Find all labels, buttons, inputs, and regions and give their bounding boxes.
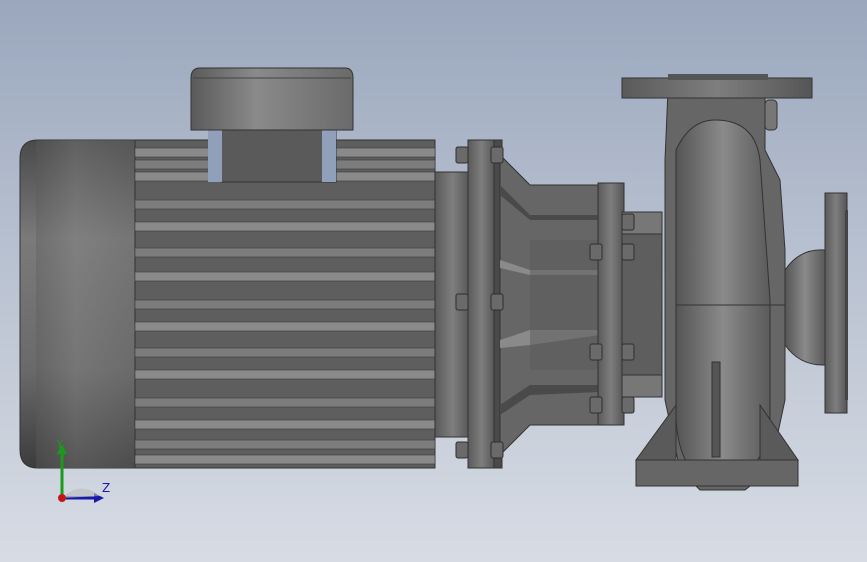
motor-fin: [134, 439, 436, 450]
bolt-head: [490, 441, 504, 459]
bolt-head: [621, 343, 635, 361]
suction-flange: [784, 192, 848, 414]
x-axis-dot: [58, 494, 66, 502]
y-axis-label: Y: [55, 440, 64, 451]
motor-fin: [134, 369, 436, 380]
bolt-head: [621, 213, 635, 231]
bolt-head: [455, 293, 469, 311]
terminal-box: [190, 67, 354, 183]
lantern-housing: [499, 153, 663, 457]
coordinate-triad: Y Z: [55, 440, 110, 503]
z-axis-label: Z: [102, 481, 110, 495]
motor-fin: [134, 321, 436, 332]
motor-end-cap: [19, 139, 136, 469]
motor-fin: [134, 397, 436, 408]
bolt-head: [455, 146, 469, 164]
bolt-head: [589, 243, 603, 261]
bolt-head: [589, 396, 603, 414]
motor-fin: [134, 199, 436, 210]
bolt-head: [490, 146, 504, 164]
motor-fin: [134, 419, 436, 430]
bolt-head: [621, 396, 635, 414]
bolt-head: [455, 441, 469, 459]
motor-fin: [134, 271, 436, 282]
motor-body: [134, 139, 436, 469]
motor-fin: [134, 347, 436, 358]
motor-fin: [134, 299, 436, 310]
motor-fin: [134, 454, 436, 465]
graphics-viewport[interactable]: Y Z: [0, 0, 867, 562]
motor-fin: [134, 221, 436, 232]
bolt-head: [589, 343, 603, 361]
pump-model[interactable]: [0, 0, 867, 562]
bolt-head: [490, 293, 504, 311]
discharge-flange: [621, 74, 813, 99]
motor-fin: [134, 247, 436, 258]
bolt-head: [621, 243, 635, 261]
